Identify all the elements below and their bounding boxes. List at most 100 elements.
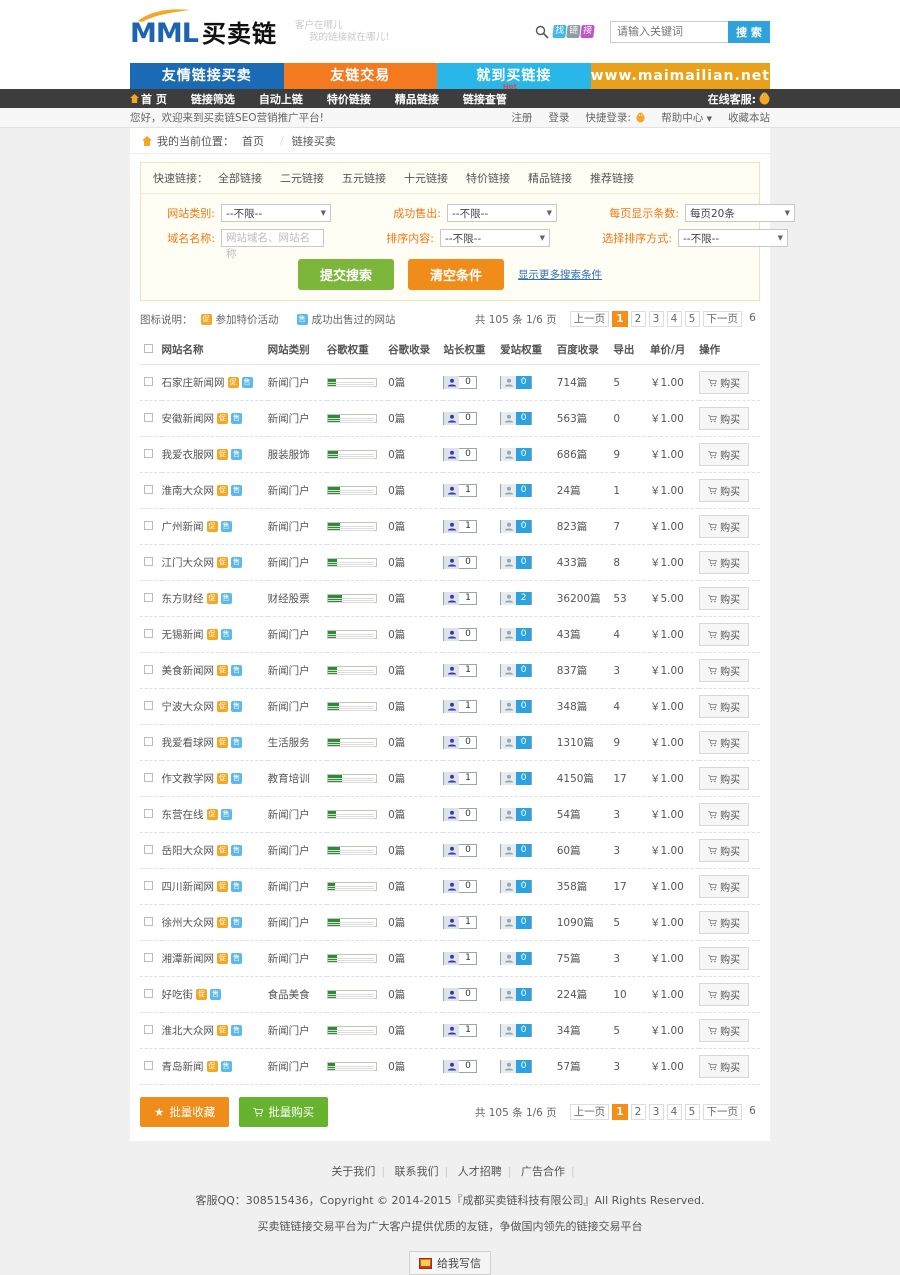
search-button[interactable]: 搜 索	[728, 20, 770, 43]
per-page-select[interactable]: 每页20条 ▼	[685, 204, 795, 222]
quick-filter-all[interactable]: 全部链接	[218, 170, 262, 186]
help-center-link[interactable]: 帮助中心 ▼	[661, 110, 712, 125]
row-checkbox[interactable]	[144, 376, 153, 386]
banner-item-0[interactable]: 友情链接买卖	[130, 63, 284, 89]
nav-item-auto-link[interactable]: 自动上链	[259, 91, 303, 107]
site-name-link[interactable]: 广州新闻	[162, 519, 204, 534]
banner-item-1[interactable]: 友链交易	[283, 63, 438, 89]
site-category-select[interactable]: --不限-- ▼	[221, 204, 331, 222]
site-name-link[interactable]: 岳阳大众网	[162, 843, 215, 858]
pagination-last[interactable]: 6	[745, 311, 760, 327]
site-name-link[interactable]: 美食新闻网	[162, 663, 215, 678]
row-checkbox[interactable]	[144, 952, 153, 962]
row-checkbox[interactable]	[144, 772, 153, 782]
quick-login-group[interactable]: 快捷登录:	[585, 110, 645, 125]
row-checkbox[interactable]	[144, 808, 153, 818]
buy-button[interactable]: 购买	[699, 731, 750, 754]
row-checkbox[interactable]	[144, 844, 153, 854]
row-checkbox[interactable]	[144, 664, 153, 674]
site-name-link[interactable]: 安徽新闻网	[162, 411, 215, 426]
buy-button[interactable]: 购买	[699, 767, 750, 790]
pagination-last-bottom[interactable]: 6	[745, 1104, 760, 1120]
row-checkbox[interactable]	[144, 448, 153, 458]
buy-button[interactable]: 购买	[699, 983, 750, 1006]
row-checkbox[interactable]	[144, 736, 153, 746]
pagination-page-2[interactable]: 2	[630, 311, 646, 327]
search-input[interactable]	[610, 20, 728, 43]
site-name-link[interactable]: 四川新闻网	[162, 879, 215, 894]
write-message-button[interactable]: 给我写信	[409, 1251, 491, 1275]
pagination-page-4-bottom[interactable]: 4	[666, 1104, 682, 1120]
row-checkbox[interactable]	[144, 484, 153, 494]
row-checkbox[interactable]	[144, 628, 153, 638]
buy-button[interactable]: 购买	[699, 839, 750, 862]
site-name-link[interactable]: 石家庄新闻网	[162, 375, 225, 390]
buy-button[interactable]: 购买	[699, 407, 750, 430]
pagination-prev-bottom[interactable]: 上一页	[569, 1104, 610, 1120]
quick-filter-2yuan[interactable]: 二元链接	[280, 170, 324, 186]
select-all-checkbox[interactable]	[144, 343, 153, 353]
buy-button[interactable]: 购买	[699, 623, 750, 646]
buy-button[interactable]: 购买	[699, 371, 750, 394]
row-checkbox[interactable]	[144, 556, 153, 566]
row-checkbox[interactable]	[144, 916, 153, 926]
site-name-link[interactable]: 徐州大众网	[162, 915, 215, 930]
site-logo[interactable]: MML 买卖链	[130, 9, 277, 49]
site-name-link[interactable]: 青岛新闻	[162, 1059, 204, 1074]
pagination-page-3-bottom[interactable]: 3	[648, 1104, 664, 1120]
pagination-page-5-bottom[interactable]: 5	[684, 1104, 700, 1120]
register-link[interactable]: 注册	[511, 110, 532, 125]
quick-filter-recommend[interactable]: 推荐链接	[590, 170, 634, 186]
buy-button[interactable]: 购买	[699, 587, 750, 610]
nav-item-special-price[interactable]: 特价链接	[327, 91, 371, 107]
clear-conditions-button[interactable]: 清空条件	[408, 259, 505, 290]
site-name-link[interactable]: 无锡新闻	[162, 627, 204, 642]
show-more-conditions-link[interactable]: 显示更多搜索条件	[518, 267, 602, 282]
buy-button[interactable]: 购买	[699, 947, 750, 970]
row-checkbox[interactable]	[144, 520, 153, 530]
row-checkbox[interactable]	[144, 988, 153, 998]
site-name-link[interactable]: 东营在线	[162, 807, 204, 822]
success-sold-select[interactable]: --不限-- ▼	[447, 204, 557, 222]
nav-item-link-filter[interactable]: 链接筛选	[191, 91, 235, 107]
buy-button[interactable]: 购买	[699, 911, 750, 934]
bulk-favorite-button[interactable]: ★ 批量收藏	[140, 1097, 230, 1127]
sort-method-select[interactable]: --不限-- ▼	[678, 229, 788, 247]
row-checkbox[interactable]	[144, 592, 153, 602]
site-name-link[interactable]: 江门大众网	[162, 555, 215, 570]
row-checkbox[interactable]	[144, 412, 153, 422]
bulk-buy-button[interactable]: 批量购买	[239, 1097, 329, 1127]
site-name-link[interactable]: 湘潭新闻网	[162, 951, 215, 966]
buy-button[interactable]: 购买	[699, 875, 750, 898]
quick-filter-special[interactable]: 特价链接	[466, 170, 510, 186]
nav-item-premium-link[interactable]: 精品链接	[395, 91, 439, 107]
pagination-page-3[interactable]: 3	[648, 311, 664, 327]
submit-search-button[interactable]: 提交搜索	[297, 259, 394, 290]
online-service[interactable]: 在线客服:	[708, 91, 770, 107]
footer-link-ads[interactable]: 广告合作	[521, 1165, 565, 1178]
breadcrumb-home[interactable]: 首页	[242, 133, 264, 149]
banner-item-3[interactable]: www.maimailian.net	[590, 63, 770, 89]
favorite-site-link[interactable]: 收藏本站	[728, 110, 770, 125]
buy-button[interactable]: 购买	[699, 659, 750, 682]
domain-input[interactable]: 网站域名、网站名称	[221, 229, 324, 260]
pagination-page-1-bottom[interactable]: 1	[612, 1104, 628, 1120]
login-link[interactable]: 登录	[548, 110, 569, 125]
site-name-link[interactable]: 淮南大众网	[162, 483, 215, 498]
quick-filter-10yuan[interactable]: 十元链接	[404, 170, 448, 186]
buy-button[interactable]: 购买	[699, 515, 750, 538]
row-checkbox[interactable]	[144, 700, 153, 710]
buy-button[interactable]: 购买	[699, 479, 750, 502]
footer-link-contact[interactable]: 联系我们	[395, 1165, 439, 1178]
pagination-prev[interactable]: 上一页	[569, 311, 610, 327]
buy-button[interactable]: 购买	[699, 551, 750, 574]
buy-button[interactable]: 购买	[699, 1019, 750, 1042]
site-name-link[interactable]: 东方财经	[162, 591, 204, 606]
buy-button[interactable]: 购买	[699, 803, 750, 826]
buy-button[interactable]: 购买	[699, 695, 750, 718]
site-name-link[interactable]: 好吃街	[162, 987, 194, 1002]
pagination-next-bottom[interactable]: 下一页	[702, 1104, 742, 1120]
pagination-page-5[interactable]: 5	[684, 311, 700, 327]
buy-button[interactable]: 购买	[699, 1055, 750, 1078]
pagination-page-4[interactable]: 4	[666, 311, 682, 327]
